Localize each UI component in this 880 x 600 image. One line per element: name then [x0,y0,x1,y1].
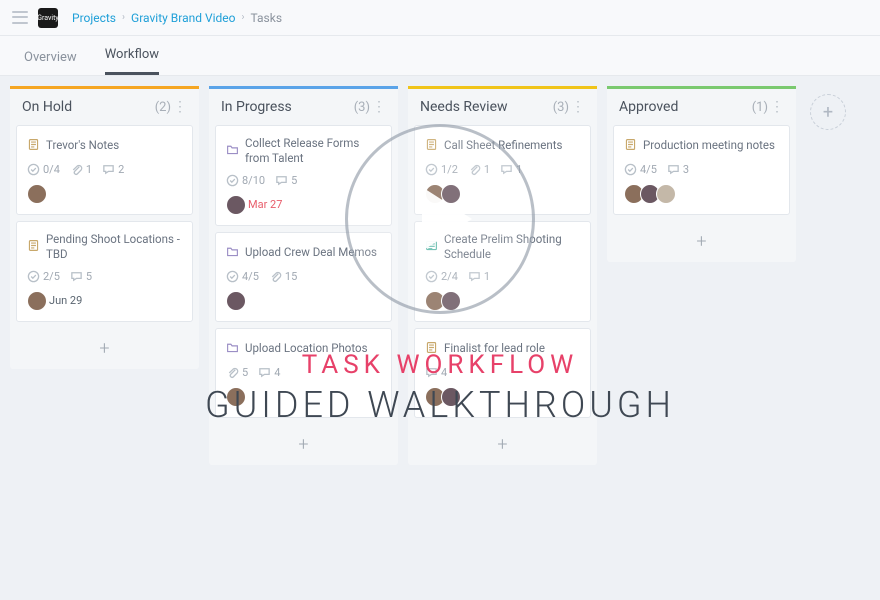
card-header: Production meeting notes [624,136,779,155]
tabs: Overview Workflow [0,36,880,76]
comment-count: 2 [102,163,124,176]
card-title: Pending Shoot Locations - TBD [46,232,182,262]
avatar [226,195,246,215]
avatar [226,291,246,311]
card-title: Finalist for lead role [444,341,545,356]
breadcrumb-projects[interactable]: Projects [72,11,116,25]
breadcrumb-project[interactable]: Gravity Brand Video [131,11,236,25]
attachment-count: 1 [70,163,92,176]
checklist-count: 0/4 [27,163,60,176]
avatars [226,291,381,311]
avatar [27,184,47,204]
avatar [441,387,461,407]
note-icon [624,136,637,155]
cards-list: Production meeting notes 4/5 3 [607,125,796,221]
card-meta: 2/5 5 [27,270,182,283]
column-menu-icon[interactable]: ⋮ [571,99,585,115]
column-on-hold: On Hold (2) ⋮ Trevor's Notes 0/4 12 Pendi… [10,86,199,369]
avatars [226,387,381,407]
menu-icon[interactable] [12,10,28,26]
attachment-count: 15 [269,270,297,283]
column-menu-icon[interactable]: ⋮ [173,99,187,115]
add-card-button[interactable]: + [10,328,199,369]
due-date: Jun 29 [49,294,82,307]
column-header: Approved (1) ⋮ [607,86,796,125]
card-header: Trevor's Notes [27,136,182,155]
tab-overview[interactable]: Overview [24,50,77,75]
card-meta: 4 [425,366,580,379]
column-header: On Hold (2) ⋮ [10,86,199,125]
chevron-right-icon: › [122,12,125,23]
avatars [624,184,779,204]
card-header: Finalist for lead role [425,339,580,358]
card-meta: 4/5 3 [624,163,779,176]
due-date: Mar 27 [248,198,282,211]
task-card[interactable]: Upload Location Photos 54 [215,328,392,418]
column-title: On Hold [22,99,72,115]
column-count: (1) [752,100,768,115]
checklist-count: 8/10 [226,174,265,187]
card-header: Pending Shoot Locations - TBD [27,232,182,262]
column-approved: Approved (1) ⋮ Production meeting notes … [607,86,796,262]
add-card-button[interactable]: + [408,424,597,465]
avatar [226,387,246,407]
avatars: Jun 29 [27,291,182,311]
comment-count: 5 [275,174,297,187]
column-title: Approved [619,99,678,115]
card-header: Collect Release Forms from Talent [226,136,381,166]
brand-badge: Gravity [38,8,58,28]
card-title: Production meeting notes [643,138,775,153]
column-count: (2) [155,100,171,115]
note-icon [27,136,40,155]
chevron-right-icon: › [242,12,245,23]
avatars [425,387,580,407]
avatar [656,184,676,204]
top-bar: Gravity Projects › Gravity Brand Video ›… [0,0,880,36]
task-card[interactable]: Production meeting notes 4/5 3 [613,125,790,215]
checklist-count: 4/5 [226,270,259,283]
card-header: Upload Location Photos [226,339,381,358]
column-count: (3) [553,100,569,115]
play-button[interactable] [345,124,535,314]
add-card-button[interactable]: + [607,221,796,262]
add-column-button[interactable]: + [810,94,846,130]
column-title: In Progress [221,99,292,115]
card-title: Upload Location Photos [245,341,368,356]
cards-list: Trevor's Notes 0/4 12 Pending Shoot Locat… [10,125,199,328]
column-menu-icon[interactable]: ⋮ [770,99,784,115]
comment-count: 4 [425,366,447,379]
note-icon [425,339,438,358]
breadcrumb-current: Tasks [251,11,283,25]
card-title: Trevor's Notes [46,138,119,153]
column-header: Needs Review (3) ⋮ [408,86,597,125]
attachment-count: 5 [226,366,248,379]
card-meta: 54 [226,366,381,379]
folder-icon [226,243,239,262]
tab-workflow[interactable]: Workflow [105,47,159,75]
avatars [27,184,182,204]
comment-count: 4 [258,366,280,379]
checklist-count: 4/5 [624,163,657,176]
card-meta: 0/4 12 [27,163,182,176]
task-card[interactable]: Finalist for lead role 4 [414,328,591,418]
comment-count: 5 [70,270,92,283]
checklist-count: 2/5 [27,270,60,283]
breadcrumb: Projects › Gravity Brand Video › Tasks [72,11,282,25]
folder-icon [226,339,239,358]
card-title: Collect Release Forms from Talent [245,136,381,166]
note-icon [27,237,40,256]
column-count: (3) [354,100,370,115]
column-title: Needs Review [420,99,508,115]
avatar [27,291,47,311]
comment-count: 3 [667,163,689,176]
add-card-button[interactable]: + [209,424,398,465]
play-icon [422,187,472,251]
column-header: In Progress (3) ⋮ [209,86,398,125]
column-menu-icon[interactable]: ⋮ [372,99,386,115]
card-meta: 4/5 15 [226,270,381,283]
task-card[interactable]: Pending Shoot Locations - TBD 2/5 5 Jun 2… [16,221,193,322]
task-card[interactable]: Trevor's Notes 0/4 12 [16,125,193,215]
folder-icon [226,141,239,160]
